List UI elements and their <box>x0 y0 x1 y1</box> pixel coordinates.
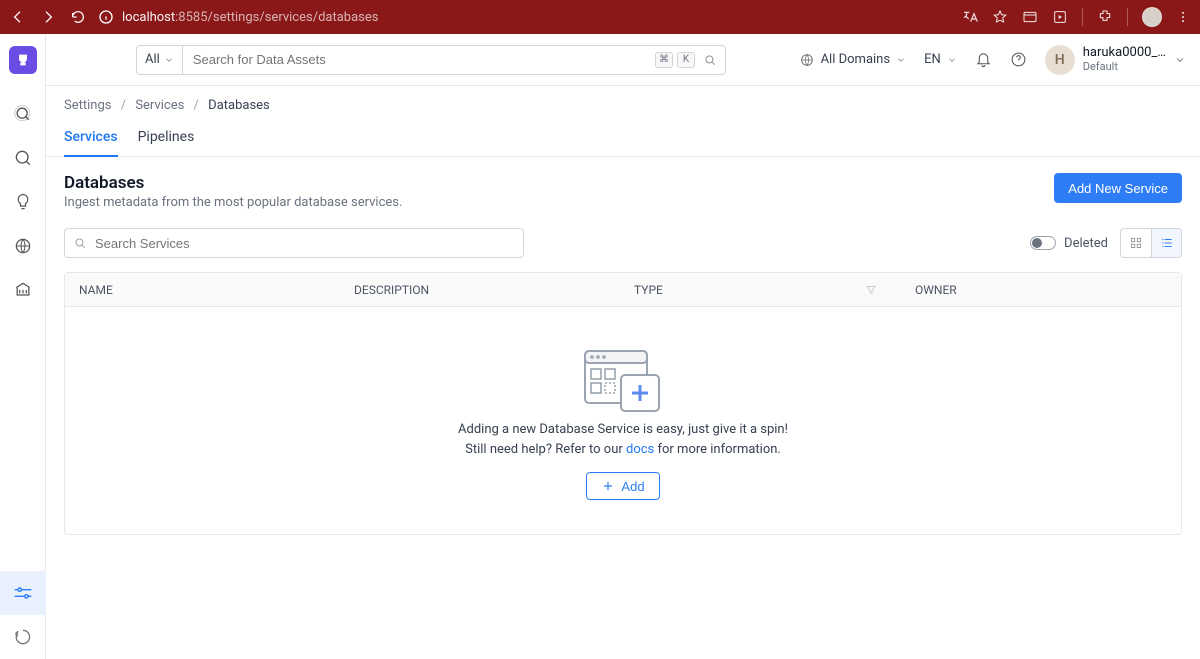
crumb-databases: Databases <box>208 98 270 113</box>
rail-explore-icon[interactable] <box>0 92 46 136</box>
extensions-icon[interactable] <box>1097 9 1113 25</box>
app-logo[interactable] <box>9 46 37 74</box>
globe-icon <box>799 52 815 68</box>
domain-picker[interactable]: All Domains <box>799 52 907 68</box>
global-search-input[interactable] <box>183 46 647 74</box>
rail-governance-icon[interactable] <box>0 268 46 312</box>
view-list-button[interactable] <box>1151 229 1181 257</box>
search-scope-selector[interactable]: All <box>137 46 183 74</box>
rail-settings-icon[interactable] <box>0 571 46 615</box>
empty-message: Adding a new Database Service is easy, j… <box>458 422 788 437</box>
service-search <box>64 228 524 258</box>
empty-help: Still need help? Refer to our docs for m… <box>465 442 781 457</box>
user-team: Default <box>1083 61 1166 74</box>
services-table: NAME DESCRIPTION TYPE OWNER <box>64 272 1182 535</box>
language-label: EN <box>924 52 941 67</box>
search-shortcut-hint: ⌘ K <box>647 52 725 68</box>
tabs: Services Pipelines <box>46 113 1200 157</box>
page-subtitle: Ingest metadata from the most popular da… <box>64 195 402 210</box>
empty-illustration-icon <box>579 345 667 417</box>
separator <box>1127 8 1128 26</box>
tab-services[interactable]: Services <box>64 129 118 157</box>
crumb-services[interactable]: Services <box>135 98 184 113</box>
side-rail <box>0 34 46 659</box>
kbd-k: K <box>677 52 695 68</box>
empty-state: Adding a new Database Service is easy, j… <box>65 307 1181 534</box>
search-icon[interactable] <box>703 53 717 67</box>
deleted-toggle-label: Deleted <box>1064 236 1108 251</box>
kbd-cmd: ⌘ <box>655 52 673 68</box>
chevron-down-icon <box>896 55 906 65</box>
translate-icon[interactable] <box>962 9 978 25</box>
notifications-icon[interactable] <box>975 51 992 68</box>
browser-forward-icon[interactable] <box>40 9 56 25</box>
filter-icon[interactable] <box>865 284 877 296</box>
plus-icon <box>601 479 615 493</box>
user-name: haruka0000_… <box>1083 46 1166 61</box>
column-description: DESCRIPTION <box>340 283 620 297</box>
browser-reload-icon[interactable] <box>70 9 86 25</box>
deleted-toggle[interactable] <box>1030 236 1056 250</box>
global-search: All ⌘ K <box>136 45 726 75</box>
user-menu[interactable]: H haruka0000_… Default <box>1045 45 1186 75</box>
search-icon <box>73 236 87 250</box>
ext2-icon[interactable] <box>1052 9 1068 25</box>
language-picker[interactable]: EN <box>924 52 957 67</box>
search-scope-label: All <box>145 52 160 67</box>
column-name: NAME <box>65 283 340 297</box>
breadcrumb: Settings / Services / Databases <box>46 86 1200 113</box>
view-grid-button[interactable] <box>1121 229 1151 257</box>
tab-pipelines[interactable]: Pipelines <box>138 129 195 157</box>
info-icon <box>98 9 114 25</box>
add-button[interactable]: Add <box>586 472 659 500</box>
column-type: TYPE <box>620 283 901 297</box>
topbar: All ⌘ K All Domains EN <box>46 34 1200 86</box>
domain-picker-label: All Domains <box>821 52 891 67</box>
help-icon[interactable] <box>1010 51 1027 68</box>
rail-insights-icon[interactable] <box>0 180 46 224</box>
docs-link[interactable]: docs <box>626 442 654 457</box>
column-owner: OWNER <box>901 283 1181 297</box>
browser-url-bar[interactable]: localhost:8585/settings/services/databas… <box>98 9 950 25</box>
crumb-settings[interactable]: Settings <box>64 98 111 113</box>
page-title: Databases <box>64 173 402 193</box>
chevron-down-icon <box>164 55 174 65</box>
browser-menu-icon[interactable] <box>1176 10 1190 24</box>
chevron-down-icon <box>1174 54 1186 66</box>
add-new-service-button[interactable]: Add New Service <box>1054 173 1182 203</box>
browser-profile-avatar[interactable] <box>1142 7 1162 27</box>
browser-chrome: localhost:8585/settings/services/databas… <box>0 0 1200 34</box>
user-avatar: H <box>1045 45 1075 75</box>
star-icon[interactable] <box>992 9 1008 25</box>
browser-back-icon[interactable] <box>10 9 26 25</box>
ext1-icon[interactable] <box>1022 9 1038 25</box>
browser-url-text: localhost:8585/settings/services/databas… <box>122 10 378 25</box>
rail-observability-icon[interactable] <box>0 136 46 180</box>
rail-domains-icon[interactable] <box>0 224 46 268</box>
rail-logout-icon[interactable] <box>0 615 46 659</box>
service-search-input[interactable] <box>93 235 515 252</box>
chevron-down-icon <box>947 55 957 65</box>
separator <box>1082 8 1083 26</box>
view-toggle <box>1120 228 1182 258</box>
